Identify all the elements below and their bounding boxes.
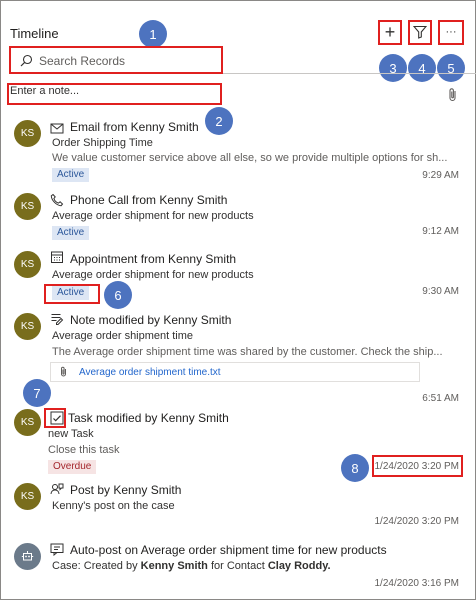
entry-description: The Average order shipment time was shar… — [52, 346, 443, 358]
timestamp: 1/24/2020 3:20 PM — [374, 516, 459, 527]
entry-title[interactable]: Task modified by Kenny Smith — [68, 411, 229, 425]
phone-icon — [50, 193, 64, 207]
entry-subject: Average order shipment time — [52, 330, 194, 342]
entry-subject: new Task — [48, 428, 94, 440]
post-icon — [50, 483, 64, 495]
callout-badge-1: 1 — [139, 20, 167, 48]
avatar: KS — [14, 409, 41, 436]
highlight-status-badge — [44, 284, 100, 304]
calendar-icon — [51, 251, 63, 263]
auto-post-prefix: Case: Created by — [52, 560, 141, 572]
highlight-timestamp — [372, 455, 463, 477]
entry-title[interactable]: Appointment from Kenny Smith — [70, 252, 236, 266]
callout-badge-7: 7 — [23, 379, 51, 407]
status-badge: Active — [52, 226, 90, 240]
attach-icon[interactable] — [446, 87, 460, 103]
entry-subject: Kenny's post on the case — [52, 500, 175, 512]
highlight-more — [438, 20, 464, 45]
avatar: KS — [14, 120, 41, 147]
attachment-file[interactable]: Average order shipment time.txt — [50, 362, 420, 382]
highlight-filter — [408, 20, 432, 45]
entry-subject: Case: Created by Kenny Smith for Contact… — [52, 560, 331, 572]
timestamp: 9:29 AM — [422, 170, 459, 181]
entry-title[interactable]: Auto-post on Average order shipment time… — [70, 543, 387, 557]
auto-post-user-link[interactable]: Kenny Smith — [141, 560, 208, 572]
highlight-add — [378, 20, 402, 45]
highlight-task-checkbox — [44, 408, 66, 428]
timestamp: 6:51 AM — [422, 393, 459, 404]
entry-title[interactable]: Email from Kenny Smith — [70, 120, 199, 134]
bot-icon — [21, 551, 34, 561]
paperclip-icon — [61, 366, 66, 377]
status-badge: Active — [52, 168, 90, 182]
entry-subject: Order Shipping Time — [52, 137, 153, 149]
timestamp: 1/24/2020 3:16 PM — [374, 578, 459, 589]
entry-title[interactable]: Phone Call from Kenny Smith — [70, 193, 227, 207]
attachment-filename[interactable]: Average order shipment time.txt — [79, 367, 221, 378]
timestamp: 9:30 AM — [422, 286, 459, 297]
entry-title[interactable]: Note modified by Kenny Smith — [70, 313, 231, 327]
page-title: Timeline — [10, 26, 59, 41]
avatar: KS — [14, 483, 41, 510]
avatar — [14, 543, 41, 570]
timeline-entry-note[interactable]: KS Note modified by Kenny Smith Average … — [0, 310, 476, 405]
timeline-entry-auto-post[interactable]: Auto-post on Average order shipment time… — [0, 540, 476, 592]
note-icon — [51, 314, 64, 325]
entry-description: We value customer service above all else… — [52, 152, 448, 164]
status-badge: Overdue — [48, 460, 97, 474]
timeline-entry-post[interactable]: KS Post by Kenny Smith Kenny's post on t… — [0, 480, 476, 528]
avatar: KS — [14, 193, 41, 220]
callout-badge-8: 8 — [341, 454, 369, 482]
entry-subject: Average order shipment for new products — [52, 269, 254, 281]
entry-description: Close this task — [48, 444, 120, 456]
entry-title[interactable]: Post by Kenny Smith — [70, 483, 181, 497]
timeline-entry-email[interactable]: KS Email from Kenny Smith Order Shipping… — [0, 117, 476, 187]
highlight-note — [7, 83, 222, 105]
avatar: KS — [14, 313, 41, 340]
entry-subject: Average order shipment for new products — [52, 210, 254, 222]
avatar: KS — [14, 251, 41, 278]
callout-badge-6: 6 — [104, 281, 132, 309]
timeline-entry-phone-call[interactable]: KS Phone Call from Kenny Smith Average o… — [0, 190, 476, 245]
auto-post-contact-link[interactable]: Clay Roddy. — [268, 560, 331, 572]
email-icon — [50, 123, 64, 134]
timestamp: 9:12 AM — [422, 226, 459, 237]
auto-post-icon — [50, 543, 64, 556]
highlight-search — [9, 46, 223, 74]
auto-post-mid: for Contact — [207, 560, 268, 572]
